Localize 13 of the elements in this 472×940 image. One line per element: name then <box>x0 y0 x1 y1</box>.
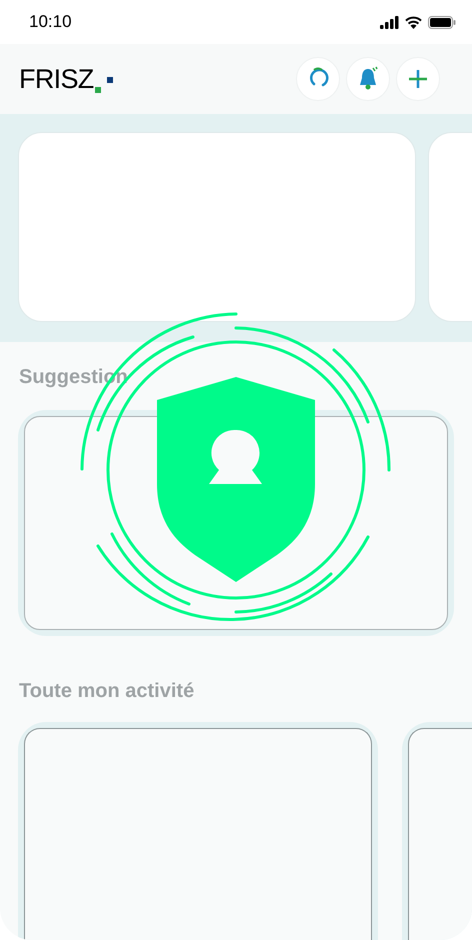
wifi-icon <box>405 16 422 28</box>
signal-icon <box>380 16 399 28</box>
section-title: Toute mon activité <box>19 679 194 704</box>
bell-icon <box>357 66 379 92</box>
battery-icon <box>428 16 456 28</box>
logo-squares-icon <box>94 76 114 92</box>
plus-icon <box>408 69 428 89</box>
carousel-card[interactable] <box>18 132 416 322</box>
notifications-button[interactable] <box>346 57 390 101</box>
logo-text: FRISZ <box>19 66 94 92</box>
status-time: 10:10 <box>29 11 72 34</box>
add-button[interactable] <box>396 57 440 101</box>
sync-button[interactable] <box>296 57 340 101</box>
